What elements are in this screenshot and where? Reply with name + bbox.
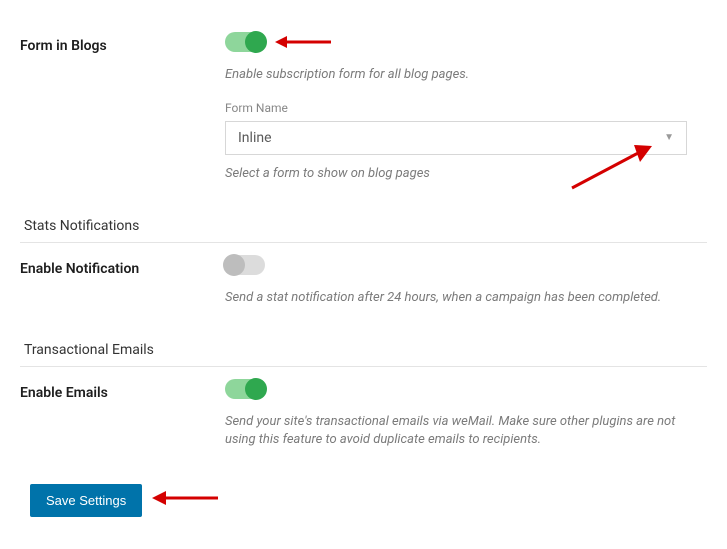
form-in-blogs-helper: Enable subscription form for all blog pa… <box>225 66 687 85</box>
form-in-blogs-toggle[interactable] <box>225 32 265 52</box>
enable-emails-toggle[interactable] <box>225 379 265 399</box>
form-name-value: Inline <box>238 130 272 146</box>
enable-emails-helper: Send your site's transactional emails vi… <box>225 413 687 451</box>
enable-notification-label: Enable Notification <box>20 255 225 308</box>
annotation-arrow-icon <box>150 486 220 510</box>
enable-notification-toggle[interactable] <box>225 255 265 275</box>
form-in-blogs-label: Form in Blogs <box>20 32 225 184</box>
form-name-helper: Select a form to show on blog pages <box>225 165 687 184</box>
form-in-blogs-content: Enable subscription form for all blog pa… <box>225 32 707 184</box>
save-settings-button[interactable]: Save Settings <box>30 484 142 517</box>
form-name-select[interactable]: Inline ▼ <box>225 121 687 155</box>
enable-emails-row: Enable Emails Send your site's transacti… <box>20 367 707 471</box>
caret-down-icon: ▼ <box>664 132 674 143</box>
stats-notifications-header: Stats Notifications <box>20 210 707 243</box>
transactional-emails-header: Transactional Emails <box>20 334 707 367</box>
enable-notification-row: Enable Notification Send a stat notifica… <box>20 243 707 328</box>
enable-notification-helper: Send a stat notification after 24 hours,… <box>225 289 687 308</box>
enable-emails-label: Enable Emails <box>20 379 225 451</box>
form-in-blogs-row: Form in Blogs Enable subscription form f… <box>20 20 707 204</box>
enable-emails-content: Send your site's transactional emails vi… <box>225 379 707 451</box>
form-name-label: Form Name <box>225 101 687 115</box>
enable-notification-content: Send a stat notification after 24 hours,… <box>225 255 707 308</box>
annotation-arrow-icon <box>273 30 333 54</box>
